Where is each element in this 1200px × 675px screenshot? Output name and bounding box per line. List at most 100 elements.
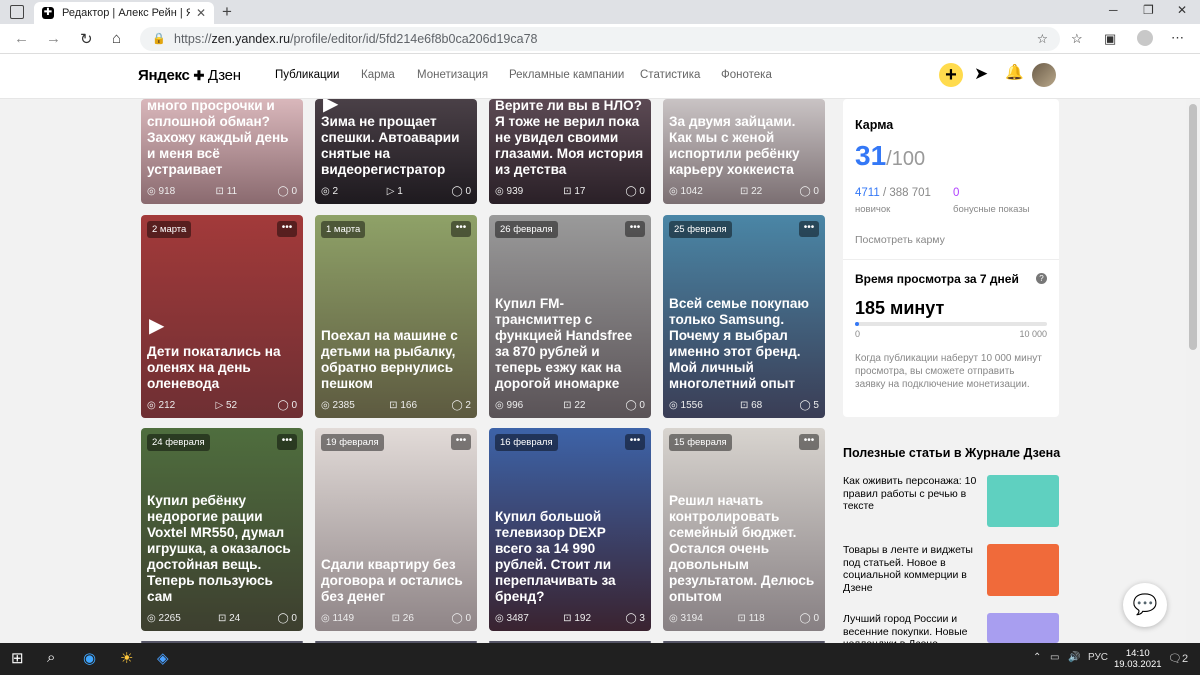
nav-karma[interactable]: Карма [361,69,395,81]
karma-value: 31/100 [855,140,926,171]
minimize-icon[interactable]: ─ [1109,3,1118,17]
windows-start-icon[interactable]: ⊞ [11,649,24,667]
nav-statistics[interactable]: Статистика [640,69,700,81]
window-menu-icon[interactable] [10,5,24,19]
network-icon[interactable]: ▭ [1050,652,1059,663]
publication-date: 25 февраля [669,221,732,238]
weather-icon[interactable]: ☀ [120,649,133,667]
publication-title[interactable]: Купил ребёнку недорогие рации Voxtel MR5… [147,493,297,605]
publication-title[interactable]: Верите ли вы в НЛО? Я тоже не верил пока… [495,99,645,178]
more-menu-icon[interactable]: ⋯ [1171,30,1184,46]
nav-sound-library[interactable]: Фонотека [721,69,772,81]
publication-stats: ◎ 1556 ⊡ 68 ◯ 5 [669,400,819,411]
publication-card[interactable]: Верите ли вы в НЛО? Я тоже не верил пока… [489,99,651,204]
extensions-icon[interactable]: ▣ [1104,31,1116,47]
url-prefix: https:// [174,32,212,46]
comments-stat: ◯ 0 [451,186,471,197]
collections-icon[interactable]: ☆ [1071,31,1083,47]
publication-date: 24 февраля [147,434,210,451]
search-icon[interactable]: ⌕ [47,649,55,666]
publication-title[interactable]: Зима не прощает спешки. Автоаварии сняты… [321,114,471,178]
reads-stat: ⊡ 24 [217,613,241,624]
notifications-bell-icon[interactable]: 🔔 [1005,63,1024,81]
more-options-icon[interactable]: ••• [625,434,645,450]
profile-icon[interactable] [1137,30,1153,46]
notification-center-icon[interactable]: 🗨2 [1168,652,1188,665]
app-icon[interactable]: ◈ [157,649,169,667]
divider [843,259,1059,260]
reads-stat: ⊡ 68 [739,400,763,411]
more-options-icon[interactable]: ••• [625,221,645,237]
comments-stat: ◯ 0 [625,400,645,411]
user-avatar[interactable] [1032,63,1056,87]
restore-icon[interactable]: ❐ [1143,3,1154,17]
views-stat: ◎ 939 [495,186,524,197]
views-stat: ◎ 1556 [669,400,703,411]
comments-stat: ◯ 0 [277,400,297,411]
close-tab-icon[interactable]: ✕ [196,6,206,20]
publication-stats: ◎ 3487 ⊡ 192 ◯ 3 [495,613,645,624]
view-karma-link[interactable]: Посмотреть карму [855,234,945,246]
useful-article-link[interactable]: Как оживить персонажа: 10 правил работы … [843,475,983,513]
new-tab-icon[interactable]: + [222,2,232,22]
publication-title[interactable]: Дети покатались на оленях на день оленев… [147,344,297,392]
publication-card[interactable]: За двумя зайцами. Как мы с женой испорти… [663,99,825,204]
send-icon[interactable]: ➤ [974,64,988,84]
publication-card[interactable]: 15 февраля ••• Решил начать контролировать… [663,428,825,631]
useful-article-image[interactable] [987,544,1059,596]
favorite-icon[interactable]: ☆ [1037,27,1048,51]
scrollbar-thumb[interactable] [1189,104,1197,350]
forward-icon[interactable]: → [46,30,61,47]
clock[interactable]: 14:10 19.03.2021 [1114,648,1162,670]
publication-card[interactable]: 16 февраля ••• Купил большой телевизор DEX… [489,428,651,631]
nav-publications[interactable]: Публикации [275,69,339,81]
publication-title[interactable]: Поехал на машине с детьми на рыбалку, об… [321,328,471,392]
useful-article-image[interactable] [987,475,1059,527]
publication-card[interactable]: 24 февраля ••• Купил ребёнку недорогие рац… [141,428,303,631]
nav-ad-campaigns[interactable]: Рекламные кампании [509,69,624,81]
publication-card[interactable]: 19 февраля ••• Сдали квартиру без договора… [315,428,477,631]
publication-card[interactable]: 26 февраля ••• Купил FM-трансмиттер с функ… [489,215,651,418]
publication-title[interactable]: Купил большой телевизор DEXP всего за 14… [495,509,645,605]
useful-article-link[interactable]: Товары в ленте и виджеты под статьей. Но… [843,544,983,594]
more-options-icon[interactable]: ••• [799,434,819,450]
more-options-icon[interactable]: ••• [451,434,471,450]
volume-icon[interactable]: 🔊 [1068,652,1080,663]
tray-expand-icon[interactable]: ⌃ [1033,652,1041,663]
play-icon[interactable]: ▶ [149,313,164,338]
publication-title[interactable]: За двумя зайцами. Как мы с женой испорти… [669,114,819,178]
publication-title[interactable]: Сдали квартиру без договора и остались б… [321,557,471,605]
language-indicator[interactable]: РУС [1088,652,1108,663]
publication-title[interactable]: Купил FM-трансмиттер с функцией Handsfre… [495,296,645,392]
url-field[interactable]: 🔒 https://zen.yandex.ru/profile/editor/i… [140,27,1060,51]
publication-title[interactable]: Решил начать контролировать семейный бюд… [669,493,819,605]
publication-card[interactable]: 2 марта ••• ▶ Дети покатались на оленях на … [141,215,303,418]
zen-logo[interactable]: Яндекс ✚ Дзен [138,67,241,84]
publication-date: 1 марта [321,221,366,238]
edge-icon[interactable]: ◉ [83,649,96,667]
publication-stats: ◎ 212 ▷ 52 ◯ 0 [147,400,297,411]
publication-title[interactable]: Всей семье покупаю только Samsung. Почем… [669,296,819,392]
viewtime-progress [855,322,1047,326]
support-chat-icon[interactable]: 💬 [1123,583,1167,627]
back-icon[interactable]: ← [14,30,29,47]
publication-card[interactable]: сетевых магазинах много просрочки и спло… [141,99,303,204]
useful-article-image[interactable] [987,613,1059,643]
publication-card[interactable]: 1 марта ••• Поехал на машине с детьми на р… [315,215,477,418]
browser-tab[interactable]: ✚ Редактор | Алекс Рейн | Яндекс ✕ [34,2,214,24]
browser-tab-bar: ✚ Редактор | Алекс Рейн | Яндекс ✕ + ─ ❐… [0,0,1200,24]
publication-stats: ◎ 2265 ⊡ 24 ◯ 0 [147,613,297,624]
nav-monetization[interactable]: Монетизация [417,69,488,81]
home-icon[interactable]: ⌂ [112,30,121,47]
help-icon[interactable]: ? [1036,273,1047,284]
more-options-icon[interactable]: ••• [451,221,471,237]
reload-icon[interactable]: ↻ [80,30,93,48]
publication-card[interactable]: ▶ Зима не прощает спешки. Автоаварии снят… [315,99,477,204]
close-window-icon[interactable]: ✕ [1177,3,1187,17]
create-plus-icon[interactable]: + [939,63,963,87]
publication-card[interactable]: 25 февраля ••• Всей семье покупаю только S… [663,215,825,418]
more-options-icon[interactable]: ••• [277,434,297,450]
more-options-icon[interactable]: ••• [277,221,297,237]
publication-title[interactable]: сетевых магазинах много просрочки и спло… [147,99,297,178]
more-options-icon[interactable]: ••• [799,221,819,237]
